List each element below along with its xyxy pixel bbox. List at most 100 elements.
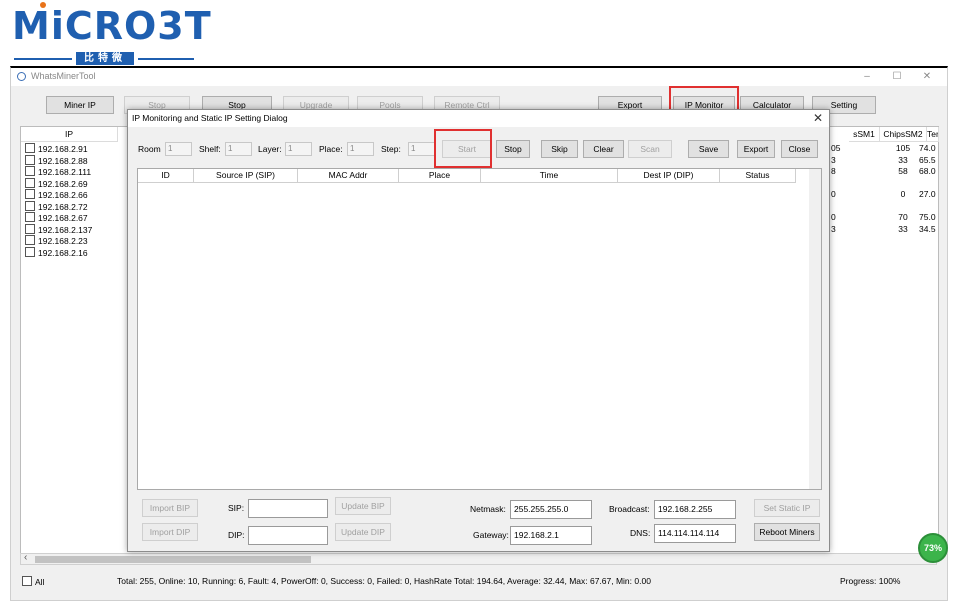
ip-row[interactable]: 192.168.2.67: [25, 212, 88, 223]
scrollbar-thumb[interactable]: [35, 556, 311, 563]
column-header-status[interactable]: Status: [720, 169, 796, 183]
ip-address: 192.168.2.69: [38, 178, 88, 189]
ip-row[interactable]: 192.168.2.111: [25, 166, 91, 177]
temp-cell: 65.5: [919, 154, 936, 165]
gateway-input[interactable]: 192.168.2.1: [510, 526, 592, 545]
ip-address: 192.168.2.91: [38, 144, 88, 154]
app-icon: [17, 72, 26, 81]
column-header-dip[interactable]: Dest IP (DIP): [618, 169, 720, 183]
logo-rule-left: [14, 58, 72, 60]
column-header-place[interactable]: Place: [399, 169, 481, 183]
logo-rule-right: [138, 58, 194, 60]
window-titlebar: WhatsMinerTool – ☐ ✕: [11, 68, 947, 86]
dialog-stop-button[interactable]: Stop: [496, 140, 530, 158]
select-all[interactable]: All: [22, 576, 44, 587]
percent-badge[interactable]: 73%: [918, 533, 948, 563]
room-input[interactable]: 1: [165, 142, 192, 156]
row-checkbox[interactable]: [25, 200, 35, 211]
layer-input[interactable]: 1: [285, 142, 312, 156]
place-label: Place:: [319, 144, 343, 154]
temp-cell: 68.0: [919, 166, 936, 176]
ip-row[interactable]: 192.168.2.88: [25, 154, 88, 166]
logo-subtitle: 比特微: [14, 52, 194, 65]
skip-button[interactable]: Skip: [541, 140, 578, 158]
clear-button[interactable]: Clear: [583, 140, 624, 158]
save-button[interactable]: Save: [688, 140, 729, 158]
maximize-icon[interactable]: ☐: [887, 70, 907, 84]
temp-cell: 27.0: [919, 189, 936, 199]
update-dip-button[interactable]: Update DIP: [335, 523, 391, 541]
temp-column-header[interactable]: Temp: [927, 127, 939, 142]
shelf-input[interactable]: 1: [225, 142, 252, 156]
scroll-left-icon[interactable]: ‹: [24, 552, 27, 563]
temp-cell: 74.0: [919, 143, 936, 153]
chips-sm1-cell: 3: [831, 223, 836, 234]
chips-sm2-column-header[interactable]: ChipsSM2: [880, 127, 927, 142]
ip-row[interactable]: 192.168.2.137: [25, 223, 92, 235]
dip-label: DIP:: [228, 530, 245, 540]
dialog-title: IP Monitoring and Static IP Setting Dial…: [132, 113, 288, 123]
column-header-time[interactable]: Time: [481, 169, 618, 183]
import-bip-button[interactable]: Import BIP: [142, 499, 198, 517]
dialog-close-button[interactable]: Close: [781, 140, 818, 158]
sip-input[interactable]: [248, 499, 328, 518]
broadcast-input[interactable]: 192.168.2.255: [654, 500, 736, 519]
close-icon[interactable]: ✕: [917, 70, 937, 84]
dialog-export-button[interactable]: Export: [737, 140, 775, 158]
ip-row[interactable]: 192.168.2.23: [25, 235, 88, 246]
minimize-icon[interactable]: –: [857, 70, 877, 84]
ip-row[interactable]: 192.168.2.66: [25, 189, 88, 200]
set-static-ip-button[interactable]: Set Static IP: [754, 499, 820, 517]
chips-sm1-cell: 05: [831, 143, 841, 153]
dialog-close-icon[interactable]: ✕: [813, 111, 823, 125]
logo-part-c: 3T: [157, 4, 212, 48]
row-checkbox[interactable]: [25, 235, 35, 245]
netmask-input[interactable]: 255.255.255.0: [510, 500, 592, 519]
logo-part-b: CRO: [64, 4, 158, 48]
row-checkbox[interactable]: [25, 246, 35, 257]
start-highlight: [434, 129, 492, 168]
dns-label: DNS:: [630, 528, 651, 538]
chips-sm1-column-header[interactable]: sSM1: [849, 127, 880, 142]
table-vertical-scrollbar[interactable]: [809, 169, 821, 489]
ip-row[interactable]: 192.168.2.69: [25, 177, 88, 189]
gateway-label: Gateway:: [473, 530, 509, 540]
row-checkbox[interactable]: [25, 223, 35, 234]
ip-address: 192.168.2.67: [38, 213, 88, 223]
ip-address: 192.168.2.88: [38, 155, 88, 166]
broadcast-label: Broadcast:: [609, 504, 650, 514]
place-input[interactable]: 1: [347, 142, 374, 156]
column-header-id[interactable]: ID: [138, 169, 194, 183]
window-title: WhatsMinerTool: [31, 71, 96, 81]
horizontal-scrollbar[interactable]: ‹: [20, 552, 937, 565]
dip-input[interactable]: [248, 526, 328, 545]
status-summary: Total: 255, Online: 10, Running: 6, Faul…: [117, 576, 651, 586]
row-checkbox[interactable]: [25, 143, 35, 153]
row-checkbox[interactable]: [25, 154, 35, 165]
miner-ip-button[interactable]: Miner IP: [46, 96, 114, 114]
monitor-table: ID Source IP (SIP) MAC Addr Place Time D…: [137, 168, 822, 490]
ip-row[interactable]: 192.168.2.16: [25, 246, 88, 258]
select-all-label: All: [35, 577, 45, 587]
ip-address: 192.168.2.66: [38, 190, 88, 200]
step-input[interactable]: 1: [408, 142, 435, 156]
reboot-miners-button[interactable]: Reboot Miners: [754, 523, 820, 541]
scan-button[interactable]: Scan: [628, 140, 672, 158]
step-label: Step:: [381, 144, 401, 154]
row-checkbox[interactable]: [25, 212, 35, 222]
ip-row[interactable]: 192.168.2.72: [25, 200, 88, 212]
row-checkbox[interactable]: [25, 177, 35, 188]
select-all-checkbox[interactable]: [22, 576, 32, 586]
dns-input[interactable]: 114.114.114.114: [654, 524, 736, 543]
row-checkbox[interactable]: [25, 189, 35, 199]
column-header-mac[interactable]: MAC Addr: [298, 169, 399, 183]
ip-column-header[interactable]: IP: [21, 127, 118, 142]
temp-cell: 75.0: [919, 212, 936, 222]
microbt-logo: MiCRO3T 比特微: [12, 2, 212, 66]
ip-row[interactable]: 192.168.2.91: [25, 143, 88, 154]
logo-part-a: Mi: [12, 4, 65, 48]
row-checkbox[interactable]: [25, 166, 35, 176]
update-bip-button[interactable]: Update BIP: [335, 497, 391, 515]
import-dip-button[interactable]: Import DIP: [142, 523, 198, 541]
column-header-sip[interactable]: Source IP (SIP): [194, 169, 298, 183]
